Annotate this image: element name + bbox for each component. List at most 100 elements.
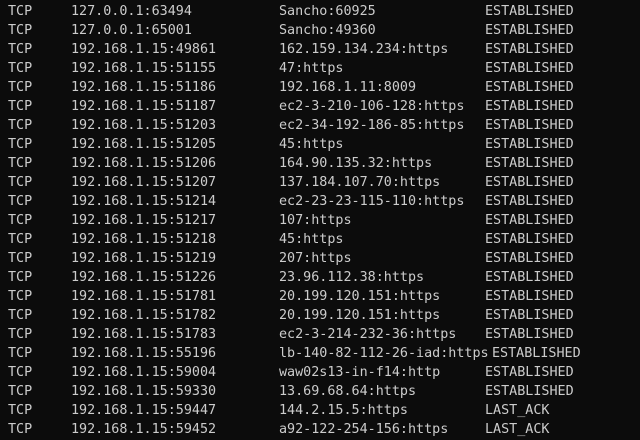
foreign-address-cell: 164.90.135.32:https — [279, 156, 433, 171]
connection-row: TCP 192.168.1.15:51155 47:https ESTABLISHED — [0, 59, 640, 78]
local-address-cell: 192.168.1.15:51218 — [71, 232, 217, 247]
connection-row: TCP 127.0.0.1:63494 Sancho:60925 ESTABLISHE… — [0, 2, 640, 21]
foreign-address-cell: 20.199.120.151:https — [279, 289, 441, 304]
connection-state-cell: ESTABLISHED — [485, 384, 574, 399]
connection-row: TCP 192.168.1.15:51206 164.90.135.32:https… — [0, 154, 640, 173]
local-address-cell: 192.168.1.15:49861 — [71, 42, 217, 57]
local-address-cell: 192.168.1.15:51206 — [71, 156, 217, 171]
local-address-cell: 192.168.1.15:51783 — [71, 327, 217, 342]
connection-row: TCP 192.168.1.15:51783 ec2-3-214-232-36:ht… — [0, 325, 640, 344]
protocol-cell: TCP — [8, 289, 33, 304]
connection-state-cell: ESTABLISHED — [485, 194, 574, 209]
protocol-cell: TCP — [8, 251, 33, 266]
foreign-address-cell: 107:https — [279, 213, 352, 228]
local-address-cell: 192.168.1.15:51219 — [71, 251, 217, 266]
connection-row: TCP 192.168.1.15:59452 a92-122-254-156:htt… — [0, 420, 640, 439]
protocol-cell: TCP — [8, 99, 33, 114]
netstat-output: TCP 127.0.0.1:63494 Sancho:60925 ESTABLISHE… — [0, 2, 640, 439]
foreign-address-cell: ec2-3-210-106-128:https — [279, 99, 465, 114]
local-address-cell: 127.0.0.1:63494 — [71, 4, 192, 19]
terminal-window[interactable]: TCP 127.0.0.1:63494 Sancho:60925 ESTABLISHE… — [0, 0, 640, 440]
protocol-cell: TCP — [8, 232, 33, 247]
foreign-address-cell: ec2-34-192-186-85:https — [279, 118, 465, 133]
foreign-address-cell: 20.199.120.151:https — [279, 308, 441, 323]
foreign-address-cell: 45:https — [279, 137, 344, 152]
local-address-cell: 127.0.0.1:65001 — [71, 23, 192, 38]
connection-row: TCP 192.168.1.15:51203 ec2-34-192-186-85:h… — [0, 116, 640, 135]
connection-state-cell: ESTABLISHED — [485, 23, 574, 38]
connection-row: TCP 192.168.1.15:59004 waw02s13-in-f14:htt… — [0, 363, 640, 382]
protocol-cell: TCP — [8, 213, 33, 228]
connection-row: TCP 192.168.1.15:51186 192.168.1.11:8009 ES… — [0, 78, 640, 97]
connection-state-cell: LAST_ACK — [485, 422, 550, 437]
local-address-cell: 192.168.1.15:59452 — [71, 422, 217, 437]
connection-row: TCP 192.168.1.15:51205 45:https ESTABLISHED — [0, 135, 640, 154]
foreign-address-cell: 192.168.1.11:8009 — [279, 80, 417, 95]
foreign-address-cell: 162.159.134.234:https — [279, 42, 449, 57]
connection-state-cell: ESTABLISHED — [485, 251, 574, 266]
connection-row: TCP 192.168.1.15:59330 13.69.68.64:https ES… — [0, 382, 640, 401]
local-address-cell: 192.168.1.15:55196 — [71, 346, 217, 361]
foreign-address-cell: ec2-23-23-115-110:https — [279, 194, 465, 209]
connection-row: TCP 192.168.1.15:51214 ec2-23-23-115-110:h… — [0, 192, 640, 211]
connection-state-cell: ESTABLISHED — [485, 99, 574, 114]
local-address-cell: 192.168.1.15:51207 — [71, 175, 217, 190]
connection-state-cell: ESTABLISHED — [485, 327, 574, 342]
connection-row: TCP 192.168.1.15:59447 144.2.15.5:https LAS… — [0, 401, 640, 420]
local-address-cell: 192.168.1.15:51226 — [71, 270, 217, 285]
foreign-address-cell: ec2-3-214-232-36:https — [279, 327, 457, 342]
local-address-cell: 192.168.1.15:51155 — [71, 61, 217, 76]
connection-state-cell: ESTABLISHED — [485, 42, 574, 57]
protocol-cell: TCP — [8, 365, 33, 380]
foreign-address-cell: 23.96.112.38:https — [279, 270, 425, 285]
local-address-cell: 192.168.1.15:51187 — [71, 99, 217, 114]
local-address-cell: 192.168.1.15:59004 — [71, 365, 217, 380]
connection-row: TCP 192.168.1.15:49861 162.159.134.234:htt… — [0, 40, 640, 59]
protocol-cell: TCP — [8, 270, 33, 285]
protocol-cell: TCP — [8, 61, 33, 76]
connection-row: TCP 192.168.1.15:51187 ec2-3-210-106-128:h… — [0, 97, 640, 116]
foreign-address-cell: 13.69.68.64:https — [279, 384, 417, 399]
connection-row: TCP 127.0.0.1:65001 Sancho:49360 ESTABLISHE… — [0, 21, 640, 40]
connection-state-cell: ESTABLISHED — [485, 232, 574, 247]
local-address-cell: 192.168.1.15:51217 — [71, 213, 217, 228]
local-address-cell: 192.168.1.15:51781 — [71, 289, 217, 304]
local-address-cell: 192.168.1.15:51782 — [71, 308, 217, 323]
protocol-cell: TCP — [8, 308, 33, 323]
connection-row: TCP 192.168.1.15:51207 137.184.107.70:http… — [0, 173, 640, 192]
connection-state-cell: ESTABLISHED — [485, 4, 574, 19]
foreign-address-cell: 137.184.107.70:https — [279, 175, 441, 190]
connection-state-cell: ESTABLISHED — [485, 213, 574, 228]
protocol-cell: TCP — [8, 327, 33, 342]
local-address-cell: 192.168.1.15:51203 — [71, 118, 217, 133]
foreign-address-cell: lb-140-82-112-26-iad:https — [279, 346, 489, 361]
connection-row: TCP 192.168.1.15:51782 20.199.120.151:http… — [0, 306, 640, 325]
connection-state-cell: ESTABLISHED — [485, 365, 574, 380]
local-address-cell: 192.168.1.15:59447 — [71, 403, 217, 418]
foreign-address-cell: 45:https — [279, 232, 344, 247]
connection-state-cell: ESTABLISHED — [485, 80, 574, 95]
connection-row: TCP 192.168.1.15:55196 lb-140-82-112-26-ia… — [0, 344, 640, 363]
connection-row: TCP 192.168.1.15:51226 23.96.112.38:https E… — [0, 268, 640, 287]
protocol-cell: TCP — [8, 175, 33, 190]
connection-row: TCP 192.168.1.15:51218 45:https ESTABLISHED — [0, 230, 640, 249]
connection-state-cell: ESTABLISHED — [492, 346, 581, 361]
connection-state-cell: ESTABLISHED — [485, 175, 574, 190]
connection-state-cell: ESTABLISHED — [485, 308, 574, 323]
local-address-cell: 192.168.1.15:51205 — [71, 137, 217, 152]
protocol-cell: TCP — [8, 137, 33, 152]
local-address-cell: 192.168.1.15:51214 — [71, 194, 217, 209]
protocol-cell: TCP — [8, 4, 33, 19]
foreign-address-cell: waw02s13-in-f14:http — [279, 365, 441, 380]
protocol-cell: TCP — [8, 42, 33, 57]
foreign-address-cell: 47:https — [279, 61, 344, 76]
foreign-address-cell: Sancho:49360 — [279, 23, 376, 38]
local-address-cell: 192.168.1.15:59330 — [71, 384, 217, 399]
connection-row: TCP 192.168.1.15:51781 20.199.120.151:http… — [0, 287, 640, 306]
connection-state-cell: ESTABLISHED — [485, 118, 574, 133]
protocol-cell: TCP — [8, 403, 33, 418]
protocol-cell: TCP — [8, 346, 33, 361]
protocol-cell: TCP — [8, 384, 33, 399]
foreign-address-cell: Sancho:60925 — [279, 4, 376, 19]
protocol-cell: TCP — [8, 80, 33, 95]
